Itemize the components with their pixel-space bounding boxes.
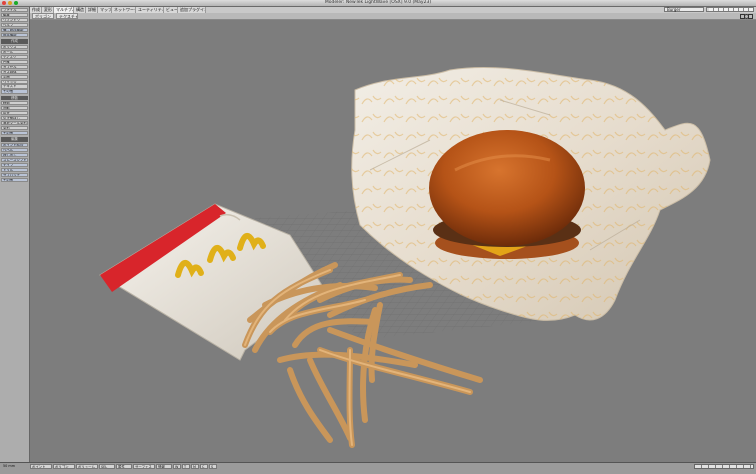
- sidebar-item-more-create[interactable]: その他: [1, 89, 28, 94]
- status-bar: ポイント ポリゴン ボリューム SEL 属性 サーフェス 情報 W T M C …: [0, 462, 756, 474]
- window-title: Modeler: NewTek LightWave [OSX] 9.0 (May…: [324, 0, 432, 5]
- bottom-right-icons[interactable]: [694, 464, 754, 469]
- sidebar-item-more-edit[interactable]: その他: [1, 177, 28, 182]
- sidebar-item-subpatch[interactable]: サブパッチ: [1, 172, 28, 177]
- sidebar-item-gas-sphere[interactable]: ガス球体: [1, 69, 28, 74]
- sidebar-item-cone[interactable]: 円錐: [1, 59, 28, 64]
- sidebar-section-edit: 編集: [1, 137, 28, 142]
- perspective-viewport[interactable]: [30, 20, 756, 462]
- window-titlebar: Modeler: NewTek LightWave [OSX] 9.0 (May…: [0, 0, 756, 7]
- mode-polygons-button[interactable]: ポリゴン: [53, 464, 75, 469]
- sidebar-item-capsule[interactable]: カプセル: [1, 64, 28, 69]
- sidebar-item-drill[interactable]: ドリル: [1, 167, 28, 172]
- sidebar-item-deform[interactable]: 変形: [1, 126, 28, 131]
- view-options-row: ポリゴン テクスチャ: [30, 13, 756, 20]
- sel-set-button[interactable]: SEL: [99, 464, 115, 469]
- sidebar-item-rotate[interactable]: 回転: [1, 106, 28, 111]
- sidebar-item-box[interactable]: ボックス: [1, 44, 28, 49]
- mode-points-button[interactable]: ポイント: [30, 464, 52, 469]
- sidebar-item-stretch[interactable]: 引き伸ばし: [1, 116, 28, 121]
- view-mode-select[interactable]: ポリゴン: [32, 13, 54, 19]
- info-button[interactable]: 情報: [156, 464, 172, 469]
- tool-sidebar: ファイル 編集 ウィンドウ ヘルプ 偏 - 既存機能 既存機能 作成 ボックス …: [0, 7, 30, 462]
- burger: [429, 130, 585, 259]
- sidebar-item-wedge[interactable]: ウェッジ: [1, 79, 28, 84]
- sidebar-item-bevel[interactable]: ベベル: [1, 147, 28, 152]
- c-button[interactable]: C: [200, 464, 208, 469]
- scene-render: [99, 66, 711, 448]
- sidebar-item-edit[interactable]: 編集: [1, 12, 28, 18]
- sidebar-item-more-move[interactable]: その他: [1, 131, 28, 136]
- sidebar-item-text[interactable]: テキスト: [1, 84, 28, 89]
- sidebar-item-help[interactable]: ヘルプ: [1, 22, 28, 28]
- grid-size-readout: 50 mm: [3, 464, 15, 468]
- layer-grid-icon: [709, 8, 753, 11]
- layer-buttons[interactable]: [706, 7, 754, 12]
- t-button[interactable]: T: [182, 464, 190, 469]
- sidebar-item-move[interactable]: 移動: [1, 101, 28, 106]
- sidebar-item-smooth-shift[interactable]: スムースシフト: [1, 157, 28, 162]
- render-mode-select[interactable]: テクスチャ: [56, 13, 78, 19]
- sidebar-item-window[interactable]: ウィンドウ: [1, 17, 28, 23]
- s-button[interactable]: S: [209, 464, 217, 469]
- sidebar-section-create: 作成: [1, 39, 28, 44]
- sidebar-item-merge-points[interactable]: ポイント結合: [1, 142, 28, 147]
- sidebar-item-scale[interactable]: 拡大: [1, 111, 28, 116]
- sidebar-item-extrude[interactable]: 押し出し: [1, 152, 28, 157]
- surface-button[interactable]: サーフェス: [133, 464, 155, 469]
- sidebar-item-disc[interactable]: ディスク: [1, 54, 28, 59]
- sidebar-item-plane[interactable]: 平面: [1, 74, 28, 79]
- layer-select[interactable]: Burger: [664, 7, 704, 12]
- zoom-view-icon[interactable]: [748, 14, 753, 19]
- sidebar-item-knife[interactable]: ナイフ: [1, 162, 28, 167]
- sidebar-item-legacy-b[interactable]: 既存機能: [1, 32, 28, 38]
- sidebar-item-ball[interactable]: ボール: [1, 49, 28, 54]
- sidebar-item-select-transform[interactable]: 選択ツール変形: [1, 121, 28, 126]
- sidebar-section-move: 移動: [1, 95, 28, 101]
- sidebar-item-legacy-a[interactable]: 偏 - 既存機能: [1, 27, 28, 33]
- view-icons[interactable]: [740, 13, 753, 19]
- m-button[interactable]: M: [191, 464, 199, 469]
- mode-volume-button[interactable]: ボリューム: [76, 464, 98, 469]
- sidebar-item-file[interactable]: ファイル: [1, 8, 28, 13]
- attributes-button[interactable]: 属性: [116, 464, 132, 469]
- w-button[interactable]: W: [173, 464, 181, 469]
